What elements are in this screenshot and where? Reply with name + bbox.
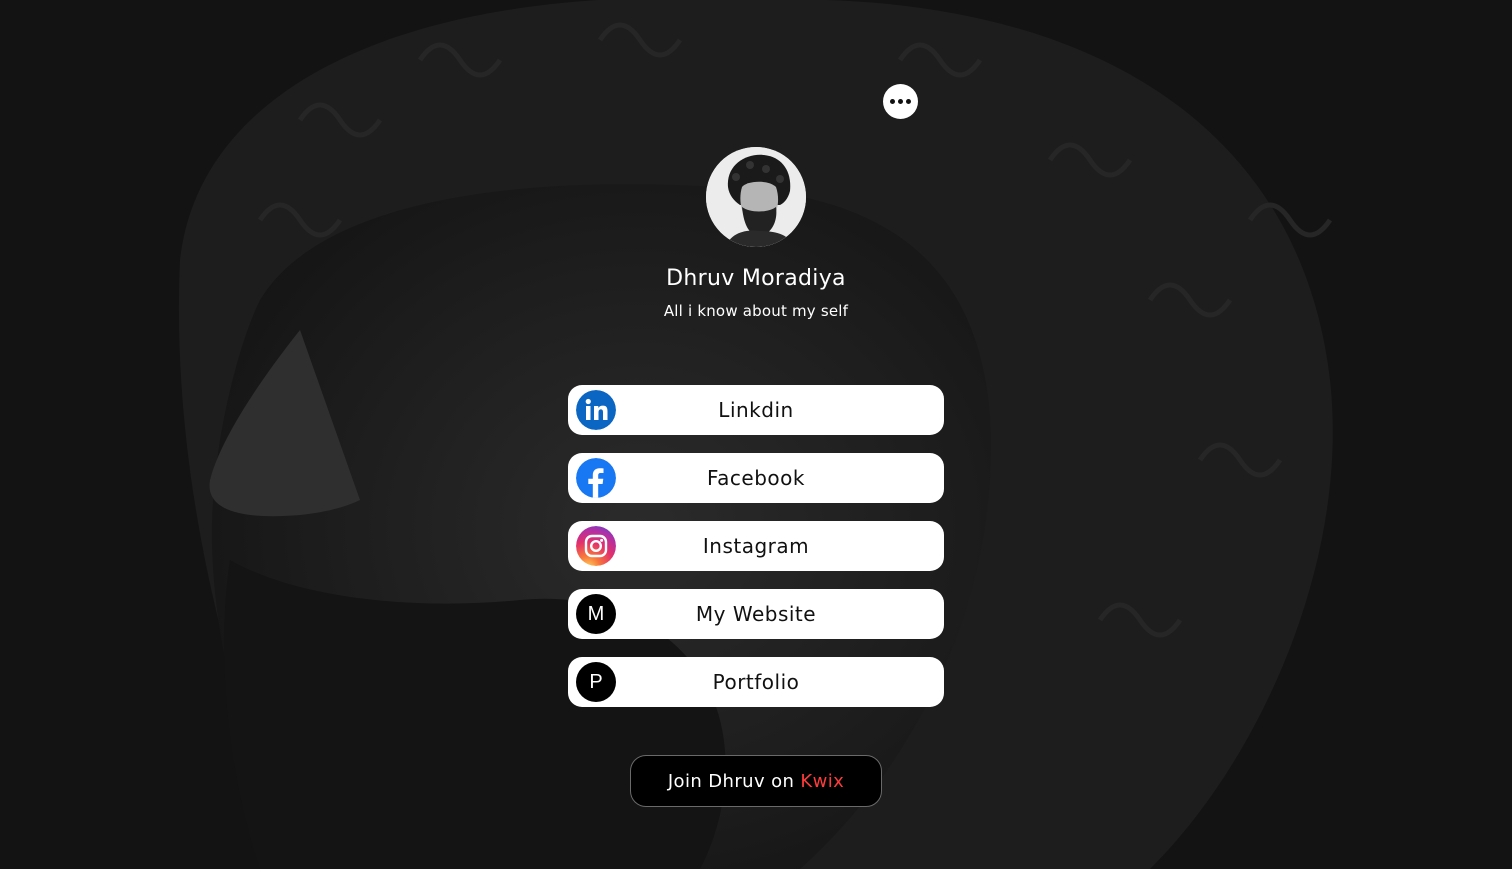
more-options-button[interactable] xyxy=(883,84,918,119)
facebook-icon xyxy=(576,458,616,498)
avatar-portrait-image xyxy=(706,147,806,247)
instagram-icon xyxy=(576,526,616,566)
link-linkedin-button[interactable]: Linkdin xyxy=(568,385,944,435)
avatar xyxy=(706,147,806,247)
profile-name: Dhruv Moradiya xyxy=(666,266,846,291)
link-portfolio-button[interactable]: P Portfolio xyxy=(568,657,944,707)
link-facebook-button[interactable]: Facebook xyxy=(568,453,944,503)
link-instagram-button[interactable]: Instagram xyxy=(568,521,944,571)
link-website-button[interactable]: M My Website xyxy=(568,589,944,639)
link-label: Portfolio xyxy=(712,670,800,694)
more-dot-icon xyxy=(898,99,903,104)
more-dot-icon xyxy=(890,99,895,104)
link-list: Linkdin Facebook Instagram M My Website … xyxy=(568,385,944,725)
join-prefix: Join Dhruv on xyxy=(667,770,795,792)
letter-p-icon: P xyxy=(576,662,616,702)
link-label: Linkdin xyxy=(718,398,794,422)
more-dot-icon xyxy=(906,99,911,104)
page: Dhruv Moradiya All i know about my self … xyxy=(0,0,1512,869)
profile-bio: All i know about my self xyxy=(663,302,849,320)
letter-m-icon: M xyxy=(576,594,616,634)
link-label: Instagram xyxy=(702,534,810,558)
link-label: Facebook xyxy=(707,466,805,490)
link-label: My Website xyxy=(695,602,817,626)
linkedin-icon xyxy=(576,390,616,430)
brand-name: Kwix xyxy=(800,770,845,792)
join-kwix-button[interactable]: Join Dhruv on Kwix xyxy=(630,755,882,807)
